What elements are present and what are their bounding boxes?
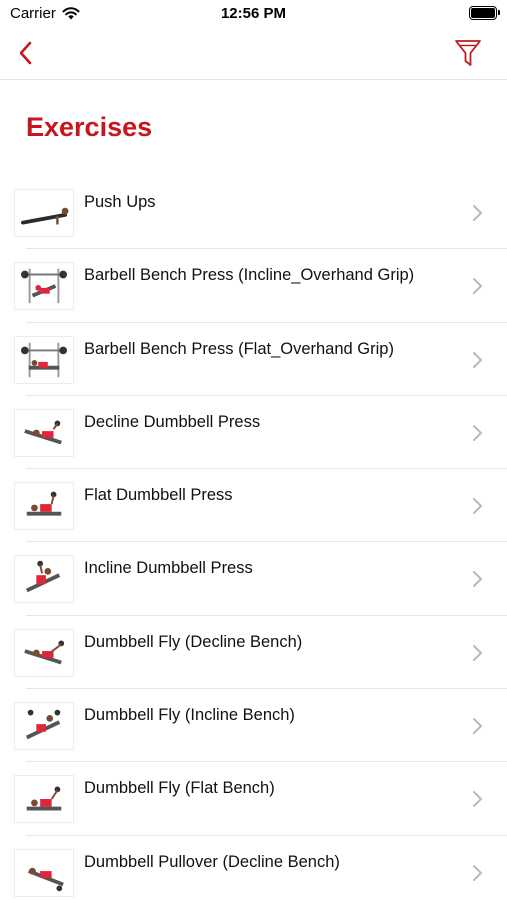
exercise-row[interactable]: Incline Dumbbell Press xyxy=(0,542,507,616)
chevron-right-icon xyxy=(473,498,482,515)
back-button[interactable] xyxy=(10,36,40,70)
exercise-thumbnail xyxy=(14,189,74,237)
filter-button[interactable] xyxy=(451,36,485,70)
status-bar: Carrier 12:56 PM xyxy=(0,0,507,28)
exercise-thumbnail xyxy=(14,408,74,457)
chevron-right-icon xyxy=(473,351,482,368)
exercise-list: Push Ups Barbell Bench Press (Incline_Ove… xyxy=(0,176,507,900)
chevron-right-icon xyxy=(473,278,482,295)
exercise-label: Dumbbell Fly (Incline Bench) xyxy=(84,706,295,725)
status-time: 12:56 PM xyxy=(220,5,287,22)
chevron-right-icon xyxy=(473,424,482,441)
exercise-row[interactable]: Dumbbell Fly (Decline Bench) xyxy=(0,616,507,690)
exercise-row[interactable]: Dumbbell Fly (Incline Bench) xyxy=(0,689,507,763)
exercise-label: Push Ups xyxy=(84,193,156,211)
exercise-row[interactable]: Barbell Bench Press (Incline_Overhand Gr… xyxy=(0,249,507,323)
chevron-right-icon xyxy=(473,718,482,735)
chevron-right-icon xyxy=(473,205,482,221)
exercise-thumbnail xyxy=(14,482,74,531)
exercise-thumbnail xyxy=(14,702,74,751)
chevron-right-icon xyxy=(473,864,482,881)
exercise-label: Flat Dumbbell Press xyxy=(84,486,233,505)
exercise-row[interactable]: Flat Dumbbell Press xyxy=(0,469,507,543)
exercise-row[interactable]: Dumbbell Pullover (Decline Bench) xyxy=(0,836,507,900)
exercise-label: Incline Dumbbell Press xyxy=(84,559,253,578)
exercise-row[interactable]: Decline Dumbbell Press xyxy=(0,396,507,470)
exercise-row[interactable]: Barbell Bench Press (Flat_Overhand Grip) xyxy=(0,323,507,396)
exercise-thumbnail xyxy=(14,628,74,677)
funnel-icon xyxy=(455,40,481,66)
exercise-label: Decline Dumbbell Press xyxy=(84,412,261,431)
exercise-row[interactable]: Push Ups xyxy=(0,176,507,250)
exercise-thumbnail xyxy=(14,555,74,604)
page-title: Exercises xyxy=(26,112,153,142)
exercise-thumbnail xyxy=(14,335,74,384)
exercise-thumbnail xyxy=(14,262,74,311)
exercise-label: Dumbbell Fly (Flat Bench) xyxy=(84,779,275,798)
exercise-label: Barbell Bench Press (Flat_Overhand Grip) xyxy=(84,339,394,358)
chevron-right-icon xyxy=(473,644,482,661)
chevron-right-icon xyxy=(473,791,482,808)
chevron-right-icon xyxy=(473,571,482,588)
exercise-label: Dumbbell Pullover (Decline Bench) xyxy=(84,852,340,871)
exercise-thumbnail xyxy=(14,775,74,824)
exercise-label: Dumbbell Fly (Decline Bench) xyxy=(84,632,303,651)
battery-icon xyxy=(469,6,500,20)
chevron-left-icon xyxy=(19,41,32,65)
exercise-label: Barbell Bench Press (Incline_Overhand Gr… xyxy=(84,266,415,285)
exercise-thumbnail xyxy=(14,848,74,897)
navigation-bar xyxy=(0,28,507,80)
exercise-row[interactable]: Dumbbell Fly (Flat Bench) xyxy=(0,762,507,836)
